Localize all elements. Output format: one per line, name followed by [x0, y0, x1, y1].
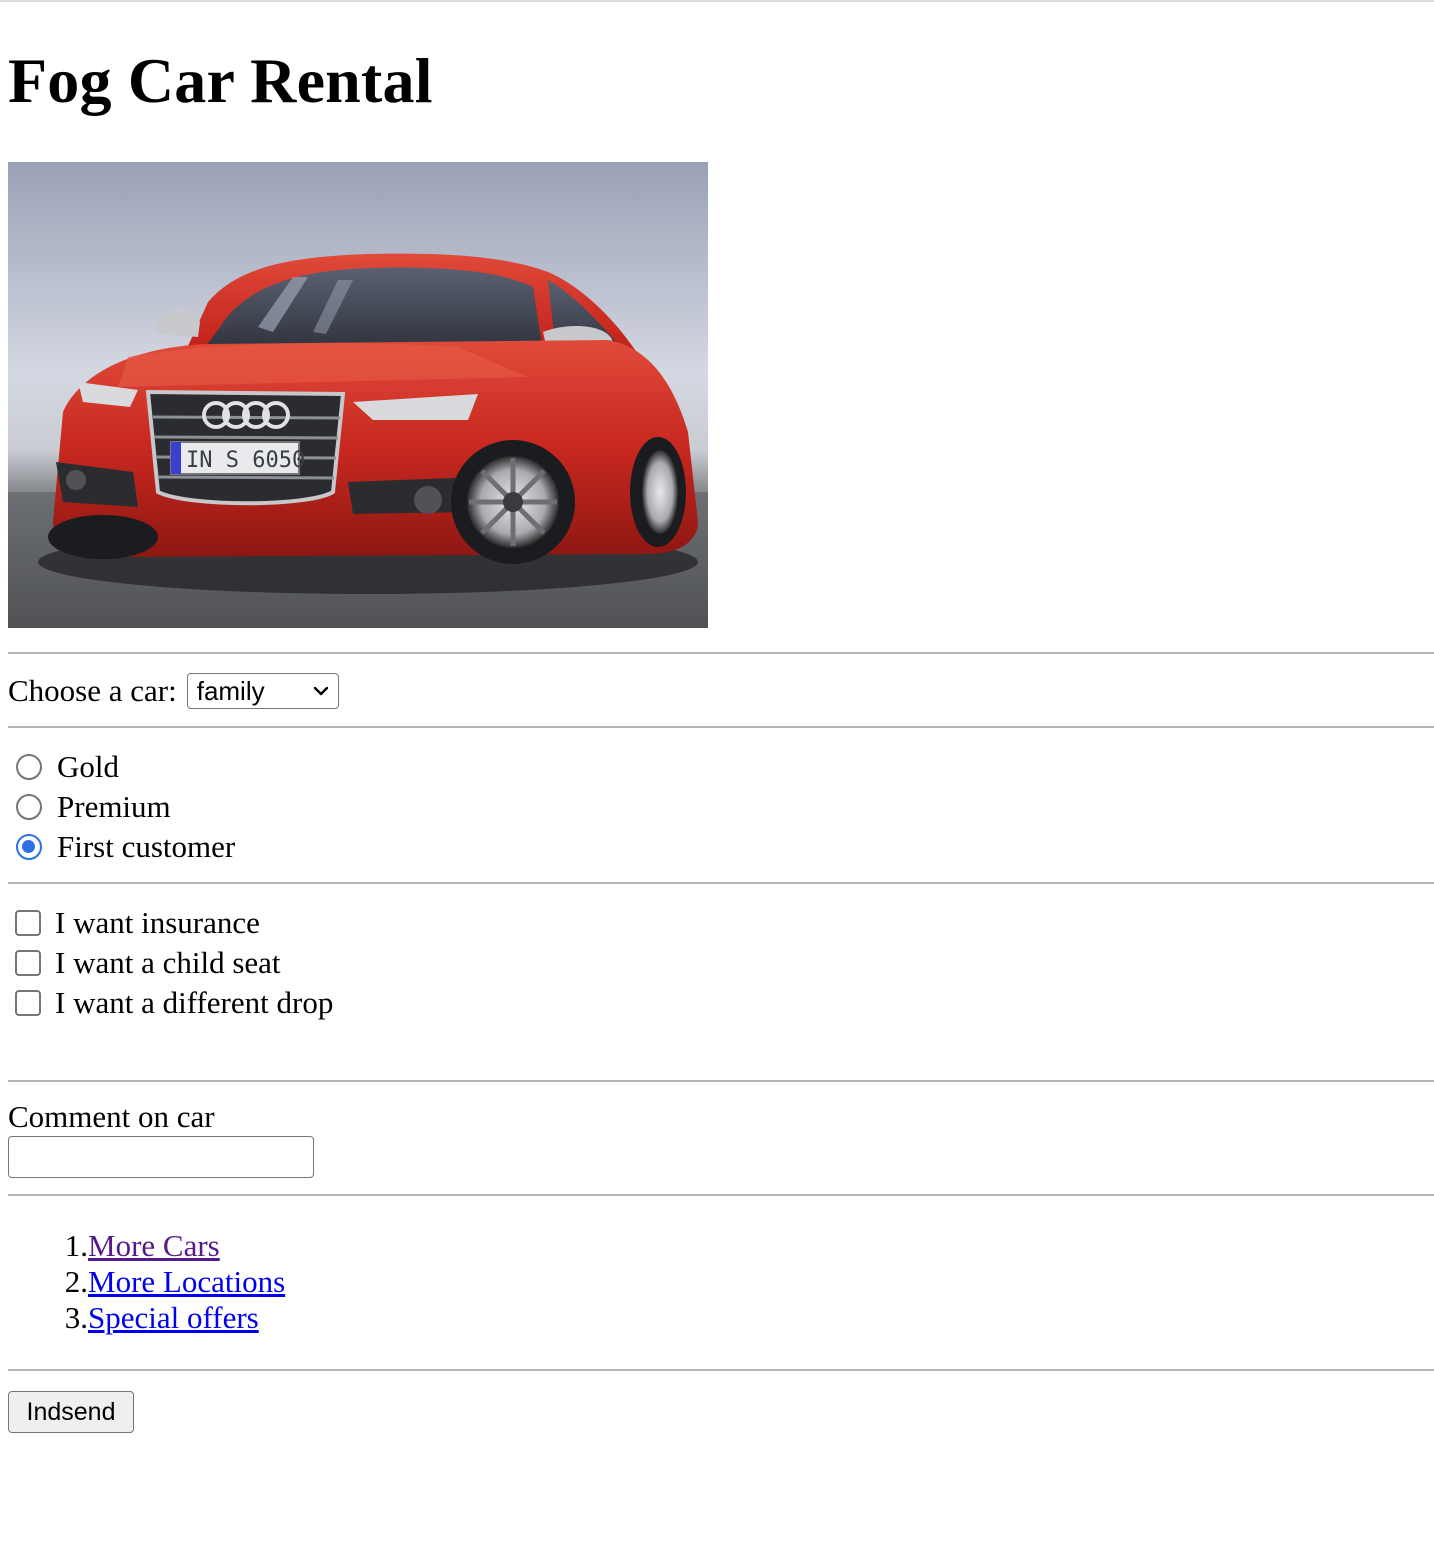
checkbox[interactable] — [15, 950, 41, 976]
checkbox-label: I want insurance — [55, 905, 260, 940]
radio-label: Premium — [57, 789, 171, 824]
links-list: 1. More Cars 2. More Locations 3. Specia… — [8, 1228, 285, 1336]
section-divider — [8, 726, 1434, 728]
page-title: Fog Car Rental — [8, 45, 433, 116]
car-type-select[interactable]: family — [186, 673, 339, 709]
checkbox[interactable] — [15, 910, 41, 936]
radio-button-selected[interactable] — [16, 834, 42, 860]
car-select-label: Choose a car: — [8, 673, 177, 708]
comment-label: Comment on car — [8, 1099, 215, 1134]
section-divider — [8, 1080, 1434, 1082]
membership-option-gold[interactable]: Gold — [16, 747, 119, 787]
submit-button[interactable]: Indsend — [8, 1391, 134, 1433]
section-divider — [8, 882, 1434, 884]
radio-button[interactable] — [16, 794, 42, 820]
checkbox-label: I want a different drop — [55, 985, 334, 1020]
chevron-down-icon — [313, 686, 328, 696]
checkbox-label: I want a child seat — [55, 945, 281, 980]
car-choice-row: Choose a car: family — [8, 672, 339, 710]
checkbox[interactable] — [15, 990, 41, 1016]
list-item: 3. Special offers — [8, 1300, 285, 1336]
radio-button[interactable] — [16, 754, 42, 780]
section-divider — [8, 1369, 1434, 1371]
list-number: 1. — [64, 1228, 88, 1263]
section-divider — [8, 1194, 1434, 1196]
car-photo: IN S 6050 — [8, 162, 708, 628]
section-divider — [8, 652, 1434, 654]
more-cars-link[interactable]: More Cars — [88, 1228, 220, 1264]
membership-option-premium[interactable]: Premium — [16, 787, 171, 827]
radio-label: Gold — [57, 749, 119, 784]
special-offers-link[interactable]: Special offers — [88, 1300, 259, 1336]
list-number: 3. — [64, 1300, 88, 1335]
more-locations-link[interactable]: More Locations — [88, 1264, 285, 1300]
membership-option-first-customer[interactable]: First customer — [16, 827, 235, 867]
list-number: 2. — [64, 1264, 88, 1299]
svg-text:IN S 6050: IN S 6050 — [186, 448, 305, 473]
list-item: 2. More Locations — [8, 1264, 285, 1300]
car-type-selected-value: family — [196, 675, 265, 706]
extra-option-different-drop[interactable]: I want a different drop — [15, 983, 333, 1023]
extra-option-child-seat[interactable]: I want a child seat — [15, 943, 281, 983]
extra-option-insurance[interactable]: I want insurance — [15, 903, 260, 943]
radio-label: First customer — [57, 829, 236, 864]
list-item: 1. More Cars — [8, 1228, 285, 1264]
top-divider — [0, 0, 1434, 2]
comment-input[interactable] — [8, 1136, 314, 1178]
